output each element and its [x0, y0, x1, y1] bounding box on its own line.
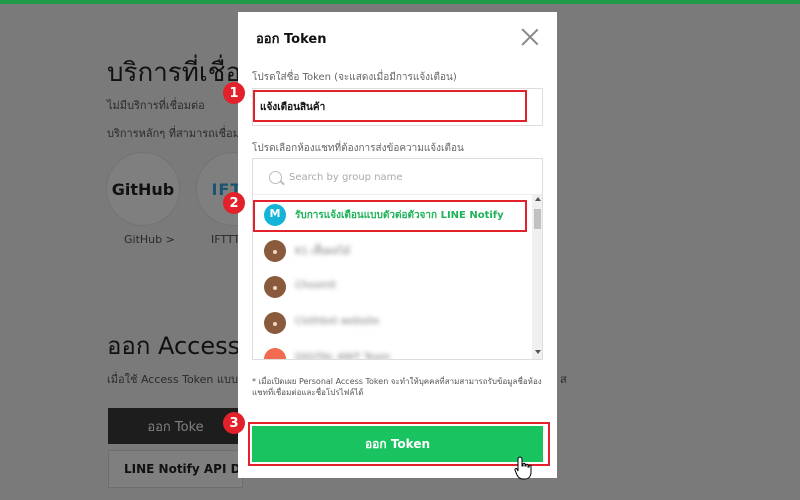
search-icon: [269, 171, 282, 184]
chat-item-label: DIGITAL ANIT Team: [295, 352, 391, 360]
step-badge: 2: [223, 192, 245, 214]
chat-item[interactable]: DIGITAL ANIT Team: [253, 341, 531, 360]
issue-token-modal: ออก Token โปรดใส่ชื่อ Token (จะแสดงเมื่อ…: [238, 12, 557, 478]
scroll-up-icon[interactable]: [535, 197, 541, 201]
chat-item[interactable]: Clothbot website: [253, 305, 531, 341]
group-avatar-icon: [264, 240, 286, 262]
chat-item-label: Clothbot website: [295, 316, 380, 327]
search-row: [253, 159, 542, 195]
token-name-label: โปรดใส่ชื่อ Token (จะแสดงเมื่อมีการแจ้งเ…: [252, 72, 457, 83]
chat-select-label: โปรดเลือกห้องแชทที่ต้องการส่งข้อความแจ้ง…: [252, 143, 464, 154]
highlight-box-token-name: [253, 90, 527, 122]
highlight-box-submit: [248, 422, 550, 466]
group-avatar-icon: [264, 312, 286, 334]
group-avatar-icon: [264, 348, 286, 359]
privacy-note: * เมื่อเปิดเผย Personal Access Token จะท…: [252, 377, 542, 397]
modal-title: ออก Token: [256, 32, 327, 47]
step-badge: 3: [223, 412, 245, 434]
hand-pointer-icon: [514, 456, 532, 480]
scroll-thumb[interactable]: [534, 209, 541, 229]
chat-item[interactable]: Chosmit: [253, 269, 531, 305]
step-badge: 1: [223, 82, 245, 104]
list-scrollbar[interactable]: [532, 195, 542, 359]
chat-item-label: Chosmit: [295, 280, 337, 291]
highlight-box-chat-item: [253, 200, 527, 232]
chat-room-list: M รับการแจ้งเตือนแบบตัวต่อตัวจาก LINE No…: [252, 158, 543, 360]
scroll-down-icon[interactable]: [535, 350, 541, 354]
chat-item-label: K1 เสื้อผลไม้: [295, 246, 351, 257]
group-avatar-icon: [264, 276, 286, 298]
chat-item[interactable]: K1 เสื้อผลไม้: [253, 233, 531, 269]
group-search-input[interactable]: [289, 168, 519, 186]
close-icon[interactable]: [521, 28, 539, 46]
